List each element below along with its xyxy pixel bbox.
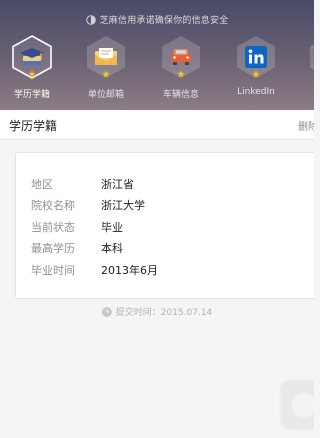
detail-row: 当前状态 毕业 [31, 219, 123, 235]
security-notice: 芝麻信用承诺确保你的信息安全 [0, 13, 314, 26]
submit-time-text: 提交时间：2015.07.14 [115, 308, 213, 318]
detail-label: 毕业时间 [31, 264, 75, 277]
submit-time: 提交时间：2015.07.14 [0, 305, 314, 318]
profile-education-page: 芝麻信用承诺确保你的信息安全 学历学籍 单位邮箱 车辆信息 LinkedIn 学… [0, 0, 314, 438]
category-linkedin[interactable]: LinkedIn [225, 34, 287, 104]
verified-star-icon [177, 70, 185, 78]
delete-button[interactable]: 删除 [298, 118, 314, 133]
category-work-email-badge [83, 34, 129, 80]
floating-button-knob [291, 392, 314, 418]
clock-icon [101, 306, 112, 317]
detail-row: 毕业时间 2013年6月 [31, 262, 158, 278]
detail-label: 当前状态 [31, 221, 75, 234]
section-title: 学历学籍 [9, 119, 58, 133]
category-bar: 学历学籍 单位邮箱 车辆信息 LinkedIn [0, 34, 314, 104]
category-label: 车辆信息 [162, 90, 199, 100]
verified-star-icon [102, 70, 110, 78]
category-label: 单位邮箱 [87, 90, 124, 100]
detail-row: 院校名称 浙江大学 [31, 197, 145, 213]
detail-row: 地区 浙江省 [31, 176, 134, 192]
category-work-email[interactable]: 单位邮箱 [75, 34, 137, 104]
detail-value: 浙江大学 [101, 199, 145, 212]
category-linkedin-badge [233, 34, 279, 80]
category-education-badge [9, 34, 55, 80]
header-banner: 芝麻信用承诺确保你的信息安全 学历学籍 单位邮箱 车辆信息 LinkedIn [0, 0, 314, 110]
verified-star-icon [252, 70, 260, 78]
category-label: 学历学籍 [13, 90, 50, 100]
category-more-badge [306, 34, 314, 80]
verified-star-icon [28, 70, 36, 78]
detail-label: 院校名称 [31, 199, 75, 212]
category-label: LinkedIn [237, 87, 275, 97]
category-vehicle-badge [158, 34, 204, 80]
detail-value: 2013年6月 [101, 264, 158, 277]
section-header: 学历学籍 删除 [0, 110, 314, 140]
detail-value: 浙江省 [101, 178, 134, 191]
detail-value: 毕业 [101, 221, 123, 234]
shield-icon [85, 14, 96, 25]
detail-label: 地区 [31, 178, 53, 191]
category-vehicle[interactable]: 车辆信息 [150, 34, 212, 104]
category-education[interactable]: 学历学籍 [1, 34, 63, 104]
floating-assistive-button[interactable] [281, 380, 314, 428]
detail-label: 最高学历 [31, 242, 75, 255]
detail-row: 最高学历 本科 [31, 240, 123, 256]
detail-value: 本科 [101, 242, 123, 255]
category-more[interactable] [298, 34, 314, 104]
education-detail-card: 地区 浙江省 院校名称 浙江大学 当前状态 毕业 最高学历 本科 毕业时间 20… [15, 152, 314, 299]
security-notice-text: 芝麻信用承诺确保你的信息安全 [99, 16, 229, 26]
